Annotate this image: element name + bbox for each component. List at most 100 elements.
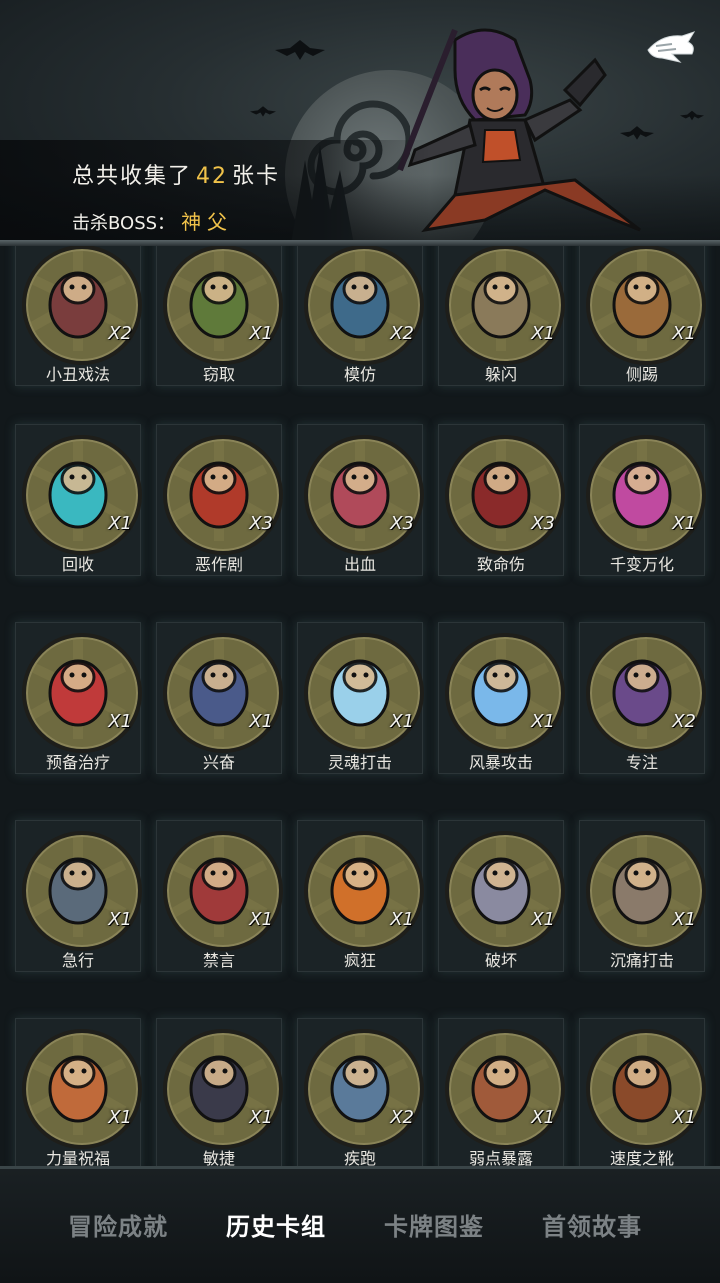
card-name: 侧踢 [625, 365, 658, 384]
bat-icon [275, 40, 325, 60]
card-quantity: X1 [108, 711, 132, 732]
dodge-figure-icon [445, 246, 565, 365]
card-quantity: X2 [672, 711, 696, 732]
bottom-tab-bar: 冒险成就 历史卡组 卡牌图鉴 首领故事 [0, 1166, 720, 1283]
card-name: 兴奋 [202, 753, 235, 772]
bat-icon [680, 110, 704, 121]
card-tile[interactable]: X1 窃取 [156, 246, 283, 386]
card-name: 窃取 [202, 365, 235, 384]
card-name: 疯狂 [343, 951, 376, 970]
bleeding-monster-icon [304, 435, 424, 555]
card-tile[interactable]: X2 模仿 [297, 246, 424, 386]
goblin-thief-icon [163, 246, 283, 365]
card-name: 急行 [61, 951, 94, 970]
card-name: 千变万化 [609, 555, 674, 574]
card-tile[interactable]: X1 灵魂打击 [297, 622, 424, 774]
card-quantity: X3 [249, 513, 273, 534]
running-warrior-icon [22, 831, 142, 951]
tab-3[interactable]: 卡牌图鉴 [384, 1207, 484, 1242]
card-quantity: X1 [672, 323, 696, 344]
card-name: 预备治疗 [45, 753, 110, 772]
foot-stab-icon [445, 1029, 565, 1149]
heroine-illustration [397, 28, 641, 233]
tab-4[interactable]: 首领故事 [542, 1207, 642, 1242]
hammer-hand-icon [445, 831, 565, 951]
red-toy-icon [163, 435, 283, 555]
card-name: 小丑戏法 [45, 365, 110, 384]
card-tile[interactable]: X1 千变万化 [579, 424, 706, 576]
card-quantity: X1 [108, 909, 132, 930]
card-name: 沉痛打击 [609, 951, 674, 970]
card-quantity: X3 [531, 513, 555, 534]
card-quantity: X1 [108, 1107, 132, 1128]
blue-troll-icon [304, 246, 424, 365]
collected-count: 42 [196, 164, 229, 189]
tab-1[interactable]: 冒险成就 [68, 1207, 168, 1242]
card-quantity: X1 [531, 711, 555, 732]
card-tile[interactable]: X1 风暴攻击 [438, 622, 565, 774]
side-kick-icon [586, 246, 706, 365]
card-tile[interactable]: X1 弱点暴露 [438, 1018, 565, 1166]
card-name: 敏捷 [202, 1149, 235, 1166]
card-quantity: X2 [108, 323, 132, 344]
card-tile[interactable]: X3 恶作剧 [156, 424, 283, 576]
collected-prefix: 总共收集了 [72, 164, 193, 189]
card-name: 力量祝福 [45, 1149, 110, 1166]
boss-name: 神父 [181, 210, 234, 234]
card-tile[interactable]: X2 专注 [579, 622, 706, 774]
collected-suffix: 张卡 [232, 164, 281, 189]
card-grid[interactable]: X2 小丑戏法 X1 窃取 X2 模仿 X1 躲闪 X1 侧踢 X1 回收 X3 恶作剧 X3 出血 X3 致命伤… [0, 246, 720, 1166]
wizard-icon [586, 633, 706, 753]
card-tile[interactable]: X1 禁言 [156, 820, 283, 972]
card-name: 破坏 [484, 951, 517, 970]
card-quantity: X1 [531, 1107, 555, 1128]
header-banner: 总共收集了 42 张卡 击杀BOSS： 神父 [0, 0, 720, 255]
card-tile[interactable]: X2 疾跑 [297, 1018, 424, 1166]
card-quantity: X1 [249, 1107, 273, 1128]
card-name: 致命伤 [476, 555, 525, 574]
tab-2[interactable]: 历史卡组 [226, 1207, 326, 1242]
jack-in-box-icon [586, 435, 706, 555]
card-quantity: X1 [249, 909, 273, 930]
card-name: 速度之靴 [609, 1149, 674, 1166]
boss-killed-text: 击杀BOSS： 神父 [72, 206, 233, 235]
card-tile[interactable]: X1 回收 [15, 424, 142, 576]
card-tile[interactable]: X1 预备治疗 [15, 622, 142, 774]
card-name: 躲闪 [484, 365, 517, 384]
card-tile[interactable]: X1 敏捷 [156, 1018, 283, 1166]
card-name: 回收 [61, 555, 94, 574]
card-tile[interactable]: X1 破坏 [438, 820, 565, 972]
card-quantity: X1 [108, 513, 132, 534]
lightning-burst-icon [445, 633, 565, 753]
card-tile[interactable]: X3 出血 [297, 424, 424, 576]
card-quantity: X1 [249, 711, 273, 732]
card-tile[interactable]: X1 沉痛打击 [579, 820, 706, 972]
card-quantity: X3 [390, 513, 414, 534]
dagger-blood-icon [445, 435, 565, 555]
card-tile[interactable]: X1 急行 [15, 820, 142, 972]
card-name: 灵魂打击 [327, 753, 392, 772]
card-tile[interactable]: X1 侧踢 [579, 246, 706, 386]
back-bird-icon[interactable] [642, 28, 698, 72]
card-name: 模仿 [343, 365, 376, 384]
card-name: 专注 [625, 753, 658, 772]
heart-cross-icon [22, 633, 142, 753]
card-quantity: X1 [672, 513, 696, 534]
card-name: 风暴攻击 [468, 753, 533, 772]
hooded-girl-icon [163, 831, 283, 951]
fist-icon [22, 1029, 142, 1149]
card-quantity: X2 [390, 1107, 414, 1128]
card-tile[interactable]: X1 疯狂 [297, 820, 424, 972]
clown-icon [22, 246, 142, 365]
card-name: 禁言 [202, 951, 235, 970]
card-quantity: X1 [672, 909, 696, 930]
card-quantity: X1 [531, 323, 555, 344]
card-tile[interactable]: X3 致命伤 [438, 424, 565, 576]
card-tile[interactable]: X2 小丑戏法 [15, 246, 142, 386]
card-name: 出血 [343, 555, 376, 574]
card-tile[interactable]: X1 力量祝福 [15, 1018, 142, 1166]
card-tile[interactable]: X1 兴奋 [156, 622, 283, 774]
excited-dwarf-icon [163, 633, 283, 753]
card-tile[interactable]: X1 躲闪 [438, 246, 565, 386]
card-tile[interactable]: X1 速度之靴 [579, 1018, 706, 1166]
